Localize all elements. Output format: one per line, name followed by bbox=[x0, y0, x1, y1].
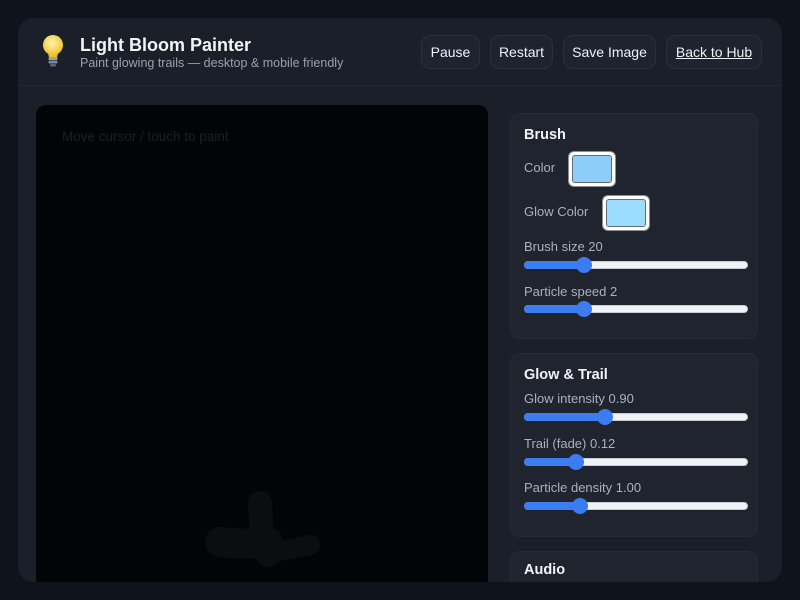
glow-color-label: Glow Color bbox=[524, 204, 589, 219]
glow-trail-panel: Glow & Trail Glow intensity 0.90 Trail (… bbox=[510, 353, 758, 537]
paint-canvas[interactable]: Move cursor / touch to paint bbox=[36, 105, 488, 582]
color-picker[interactable] bbox=[568, 151, 616, 187]
brush-size-slider[interactable] bbox=[524, 257, 748, 273]
brush-panel-title: Brush bbox=[524, 127, 566, 143]
brush-size-label: Brush size 20 bbox=[524, 239, 603, 254]
audio-panel-title: Audio bbox=[524, 562, 566, 578]
pause-button[interactable]: Pause bbox=[421, 35, 480, 69]
header: Light Bloom Painter Paint glowing trails… bbox=[18, 18, 782, 86]
trail-fade-slider[interactable] bbox=[524, 454, 748, 470]
glow-color-picker[interactable] bbox=[602, 195, 650, 231]
app-window: Light Bloom Painter Paint glowing trails… bbox=[18, 18, 782, 582]
particle-density-label: Particle density 1.00 bbox=[524, 480, 642, 495]
slider-thumb[interactable] bbox=[576, 257, 592, 273]
slider-fill bbox=[524, 413, 605, 421]
slider-thumb[interactable] bbox=[567, 454, 584, 470]
restart-button[interactable]: Restart bbox=[490, 35, 553, 69]
glow-color-swatch bbox=[606, 199, 646, 227]
faded-trail-mark bbox=[205, 491, 320, 567]
back-to-hub-button[interactable]: Back to Hub bbox=[666, 35, 762, 69]
slider-thumb[interactable] bbox=[596, 409, 613, 425]
particle-speed-slider[interactable] bbox=[524, 301, 748, 317]
slider-thumb[interactable] bbox=[576, 301, 592, 317]
app-title: Light Bloom Painter bbox=[80, 35, 251, 55]
glow-intensity-label: Glow intensity 0.90 bbox=[524, 391, 634, 406]
color-swatch bbox=[572, 155, 612, 183]
glow-trail-panel-title: Glow & Trail bbox=[524, 367, 608, 383]
glow-intensity-slider[interactable] bbox=[524, 409, 748, 425]
save-image-button[interactable]: Save Image bbox=[563, 35, 656, 69]
particle-density-slider[interactable] bbox=[524, 498, 748, 514]
slider-fill bbox=[524, 305, 584, 313]
audio-panel: Audio bbox=[510, 551, 758, 582]
lightbulb-icon bbox=[43, 35, 63, 67]
slider-thumb[interactable] bbox=[571, 498, 588, 514]
color-label: Color bbox=[524, 160, 556, 175]
trail-fade-label: Trail (fade) 0.12 bbox=[524, 436, 616, 451]
brush-panel: Brush Color Glow Color Brush size 20 Par… bbox=[510, 113, 758, 339]
slider-fill bbox=[524, 261, 584, 269]
particle-speed-label: Particle speed 2 bbox=[524, 284, 618, 299]
app-subtitle: Paint glowing trails — desktop & mobile … bbox=[80, 56, 344, 70]
